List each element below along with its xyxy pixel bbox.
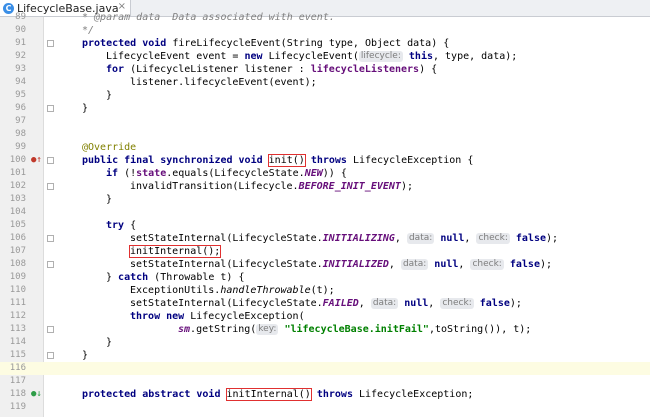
code-editor[interactable]: * @param data Data associated with event… bbox=[44, 12, 650, 417]
line-number: 111 bbox=[9, 298, 26, 308]
line-number: 113 bbox=[9, 324, 26, 334]
line-number: 89 bbox=[15, 12, 26, 22]
line-number: 99 bbox=[15, 142, 26, 152]
parameter-hint: check: bbox=[470, 259, 504, 270]
code-line: LifecycleEvent event = new LifecycleEven… bbox=[106, 51, 518, 62]
parameter-hint: data: bbox=[406, 233, 435, 244]
code-line: } bbox=[106, 194, 113, 205]
line-number: 104 bbox=[9, 207, 26, 217]
init-method-highlight[interactable]: init() bbox=[267, 154, 306, 167]
line-number: 115 bbox=[9, 350, 26, 360]
code-line: setStateInternal(LifecycleState.INITIALI… bbox=[130, 233, 559, 244]
line-number: 108 bbox=[9, 259, 26, 269]
code-line: if (!state.equals(LifecycleState.NEW)) { bbox=[106, 168, 347, 179]
line-number: 106 bbox=[9, 233, 26, 243]
code-line: } bbox=[82, 103, 89, 114]
code-line: public final synchronized void init() th… bbox=[82, 154, 474, 167]
line-number: 109 bbox=[9, 272, 26, 282]
line-number: 116 bbox=[9, 363, 26, 373]
override-marker-icon[interactable]: ●↑ bbox=[31, 156, 42, 165]
parameter-hint: check: bbox=[476, 233, 510, 244]
line-number: 107 bbox=[9, 246, 26, 256]
parameter-hint: key: bbox=[256, 324, 279, 335]
code-line: throw new LifecycleException( bbox=[130, 311, 305, 322]
code-line: for (LifecycleListener listener : lifecy… bbox=[106, 64, 438, 75]
line-number: 117 bbox=[9, 376, 26, 386]
parameter-hint: data: bbox=[400, 259, 429, 270]
line-number: 94 bbox=[15, 77, 26, 87]
line-number: 101 bbox=[9, 168, 26, 178]
line-number: 105 bbox=[9, 220, 26, 230]
code-line: listener.lifecycleEvent(event); bbox=[130, 77, 317, 88]
implemented-marker-icon[interactable]: ●↓ bbox=[31, 390, 42, 399]
line-number: 102 bbox=[9, 181, 26, 191]
line-number: 91 bbox=[15, 38, 26, 48]
code-line: } bbox=[106, 90, 113, 101]
code-line: protected abstract void initInternal() t… bbox=[82, 388, 474, 401]
code-line: setStateInternal(LifecycleState.FAILED, … bbox=[130, 298, 522, 309]
line-number: 114 bbox=[9, 337, 26, 347]
code-line: setStateInternal(LifecycleState.INITIALI… bbox=[130, 259, 553, 270]
code-line: * @param data Data associated with event… bbox=[82, 12, 335, 23]
parameter-hint: check: bbox=[440, 298, 474, 309]
code-line: invalidTransition(Lifecycle.BEFORE_INIT_… bbox=[130, 181, 413, 192]
code-line: } bbox=[82, 350, 89, 361]
line-number: 100 bbox=[9, 155, 26, 165]
line-number: 103 bbox=[9, 194, 26, 204]
code-line: initInternal(); bbox=[44, 245, 650, 258]
code-line: @Override bbox=[44, 141, 650, 154]
line-number: 112 bbox=[9, 311, 26, 321]
line-number: 96 bbox=[15, 103, 26, 113]
code-line: } catch (Throwable t) { bbox=[106, 272, 245, 283]
override-annotation: @Override bbox=[82, 142, 137, 153]
code-line: try { bbox=[106, 220, 137, 231]
line-number: 98 bbox=[15, 129, 26, 139]
code-line: */ bbox=[82, 25, 95, 36]
line-number: 118 bbox=[9, 389, 26, 399]
code-line: ExceptionUtils.handleThrowable(t); bbox=[130, 285, 335, 296]
code-line: protected void fireLifecycleEvent(String… bbox=[82, 38, 450, 49]
line-number: 93 bbox=[15, 64, 26, 74]
code-line: sm.getString(key: "lifecycleBase.initFai… bbox=[178, 324, 532, 335]
parameter-hint: data: bbox=[370, 298, 399, 309]
line-number: 119 bbox=[9, 402, 26, 412]
parameter-hint: lifecycle: bbox=[358, 51, 403, 62]
line-number: 110 bbox=[9, 285, 26, 295]
code-line: } bbox=[106, 337, 113, 348]
line-number: 90 bbox=[15, 25, 26, 35]
init-internal-call-highlight[interactable]: initInternal(); bbox=[128, 245, 222, 258]
line-number: 92 bbox=[15, 51, 26, 61]
line-number: 97 bbox=[15, 116, 26, 126]
line-number: 95 bbox=[15, 90, 26, 100]
init-internal-declaration-highlight[interactable]: initInternal() bbox=[225, 388, 312, 401]
